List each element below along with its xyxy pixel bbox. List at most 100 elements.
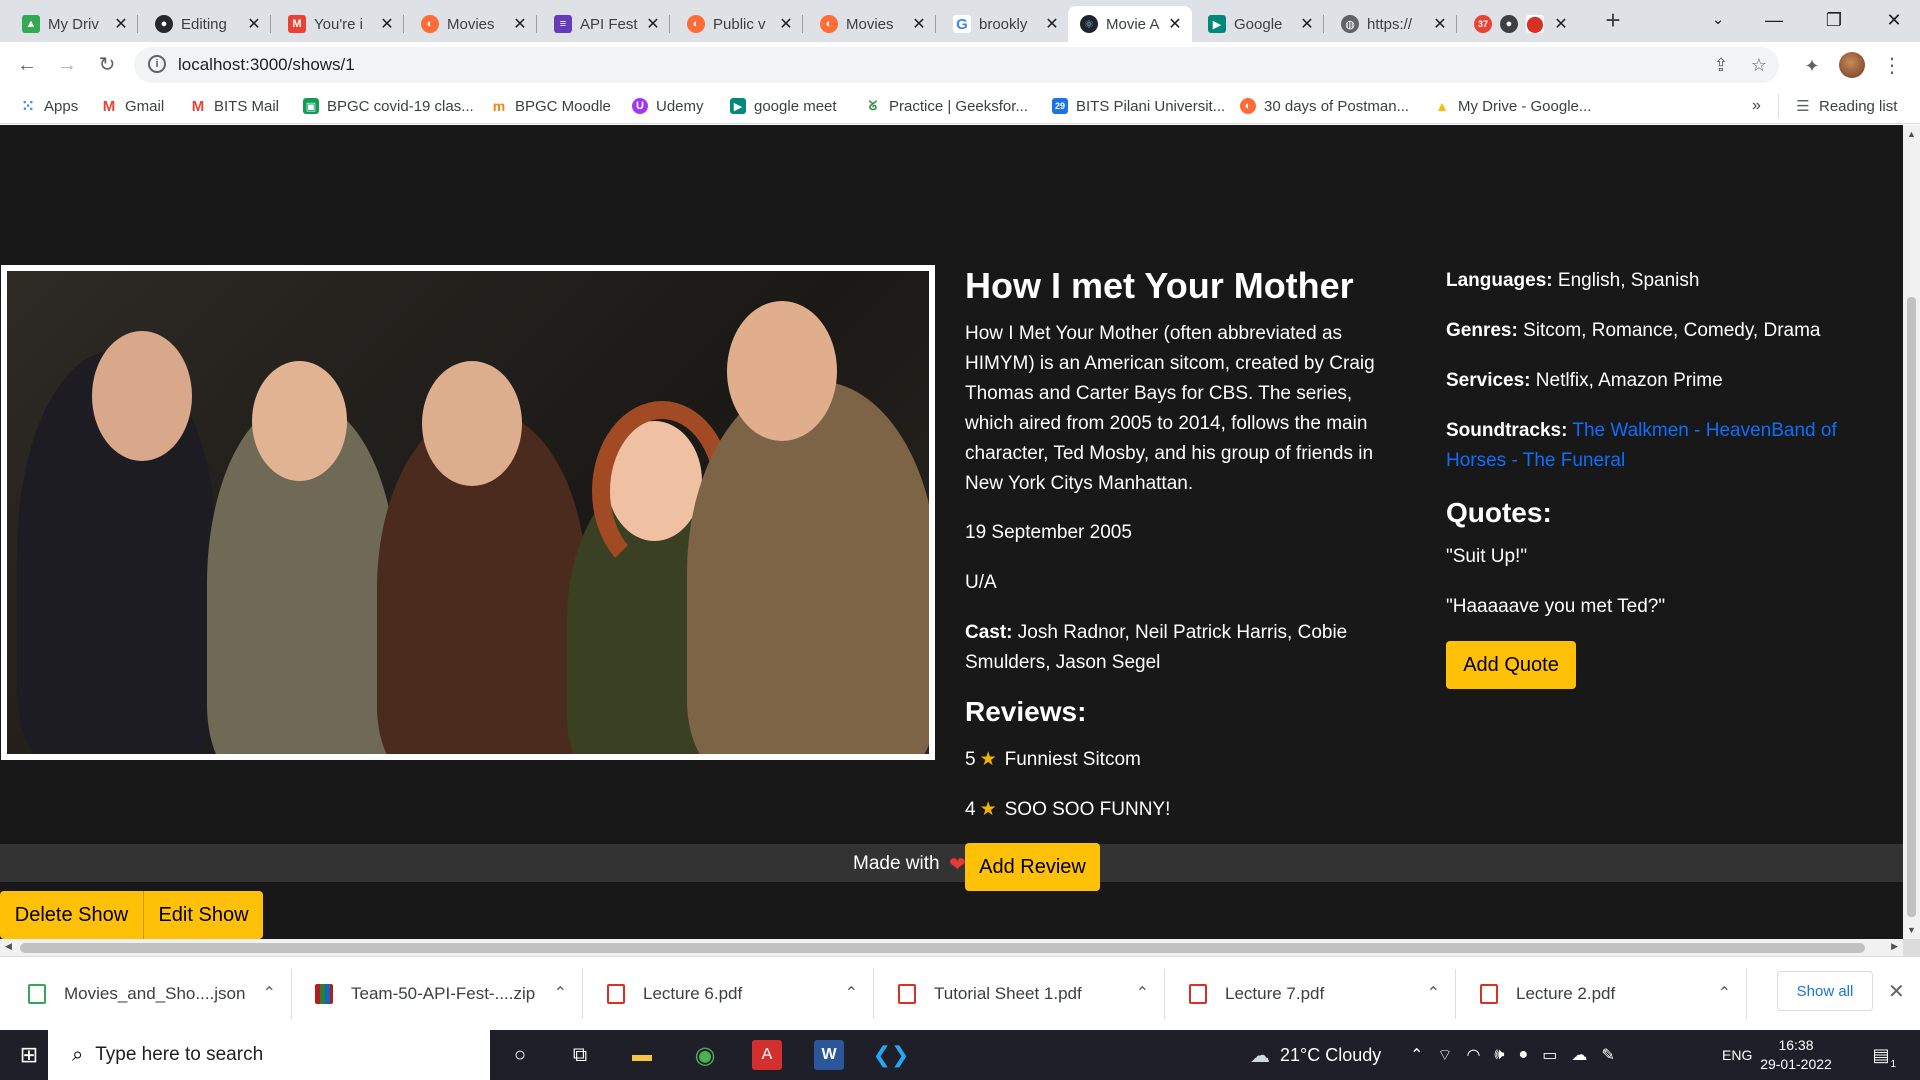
language-indicator[interactable]: ENG [1722, 1030, 1752, 1080]
download-item[interactable]: Team-50-API-Fest-....zip ⌃ [315, 957, 583, 1031]
close-window-button[interactable]: ✕ [1870, 0, 1918, 40]
site-info-icon[interactable]: i [148, 55, 166, 73]
bookmark-bpgc-moodle[interactable]: m BPGC Moodle [491, 95, 611, 117]
tab-movie-app-active[interactable]: ⚛ Movie A ✕ [1068, 6, 1192, 42]
bookmark-google-meet[interactable]: ▶ google meet [730, 95, 837, 117]
volume-icon[interactable]: 🕪 [1494, 1046, 1504, 1064]
tab-search-chevron-icon[interactable]: ⌄ [1694, 0, 1742, 40]
bookmarks-overflow-chevron-icon[interactable]: » [1752, 95, 1761, 117]
close-icon[interactable]: ✕ [1298, 14, 1316, 34]
address-bar[interactable]: i localhost:3000/shows/1 ⇪ ☆ [134, 47, 1779, 83]
tab-api-fest[interactable]: ≡ API Fest ✕ [542, 6, 670, 42]
maximize-button[interactable]: ❐ [1810, 0, 1858, 40]
tab-movies-postman-2[interactable]: ◐ Movies ✕ [808, 6, 936, 42]
chevron-up-icon[interactable]: ⌃ [1718, 983, 1731, 1003]
scroll-right-arrow-icon[interactable]: ▶ [1891, 941, 1898, 952]
task-view-icon[interactable]: ⧉ [565, 1040, 595, 1070]
windows-start-icon[interactable]: ⊞ [14, 1040, 44, 1070]
extensions-puzzle-icon[interactable]: ✦ [1800, 54, 1824, 78]
download-item[interactable]: Movies_and_Sho....json ⌃ [28, 957, 292, 1031]
url-text[interactable]: localhost:3000/shows/1 [178, 55, 355, 75]
bookmark-my-drive[interactable]: ▲ My Drive - Google... [1434, 95, 1591, 117]
bookmark-bpgc-covid[interactable]: ▣ BPGC covid-19 clas... [303, 95, 474, 117]
share-icon[interactable]: ⇪ [1709, 53, 1733, 77]
download-item[interactable]: Tutorial Sheet 1.pdf ⌃ [898, 957, 1165, 1031]
soundtrack-link[interactable]: The Walkmen - Heaven [1572, 420, 1771, 441]
bookmark-udemy[interactable]: U Udemy [632, 95, 704, 117]
close-icon[interactable]: ✕ [1552, 14, 1570, 34]
reading-list-button[interactable]: ☰ Reading list [1795, 95, 1897, 117]
tab-https[interactable]: ◍ https:// ✕ [1329, 6, 1457, 42]
scroll-up-arrow-icon[interactable]: ▲ [1907, 129, 1916, 139]
bookmark-bits-pilani[interactable]: 29 BITS Pilani Universit... [1052, 95, 1225, 117]
scroll-left-arrow-icon[interactable]: ◀ [5, 941, 12, 952]
weather-widget[interactable]: ☁ 21°C Cloudy [1250, 1030, 1381, 1080]
download-item[interactable]: Lecture 6.pdf ⌃ [607, 957, 874, 1031]
chevron-up-icon[interactable]: ⌃ [1427, 983, 1440, 1003]
new-tab-button[interactable]: + [1598, 6, 1628, 36]
minimize-button[interactable]: — [1750, 0, 1798, 40]
bookmark-bits-mail[interactable]: M BITS Mail [190, 95, 279, 117]
kebab-menu-icon[interactable]: ⋮ [1880, 54, 1904, 78]
close-icon[interactable]: ✕ [1888, 979, 1905, 1004]
network-icon[interactable]: ⌔ [1437, 1045, 1452, 1065]
tab-editing[interactable]: ● Editing ✕ [143, 6, 271, 42]
bookmark-gmail[interactable]: M Gmail [101, 95, 164, 117]
close-icon[interactable]: ✕ [378, 14, 396, 34]
close-icon[interactable]: ✕ [1431, 14, 1449, 34]
onedrive-icon[interactable]: ☁ [1571, 1045, 1587, 1065]
battery-icon[interactable]: ▭ [1542, 1045, 1557, 1065]
bookmark-30-days-postman[interactable]: ◐ 30 days of Postman... [1240, 95, 1409, 117]
chevron-up-icon[interactable]: ⌃ [1410, 1045, 1423, 1065]
tab-pinned-group[interactable]: 37 ● ⬤ ✕ [1462, 6, 1592, 42]
tab-public-workspace[interactable]: ◐ Public v ✕ [675, 6, 803, 42]
cortana-icon[interactable]: ○ [505, 1040, 535, 1070]
forward-arrow-icon[interactable]: → [52, 50, 82, 80]
horizontal-scroll-thumb[interactable] [20, 943, 1865, 953]
chevron-up-icon[interactable]: ⌃ [845, 983, 858, 1003]
bookmark-apps[interactable]: ⁙ Apps [20, 95, 79, 117]
back-arrow-icon[interactable]: ← [12, 50, 42, 80]
delete-show-button[interactable]: Delete Show [0, 891, 143, 939]
vertical-scrollbar[interactable]: ▲ ▼ [1903, 125, 1920, 939]
wifi-icon[interactable]: ◠ [1466, 1045, 1480, 1065]
profile-avatar[interactable] [1839, 52, 1865, 78]
tab-google-search[interactable]: G brookly ✕ [941, 6, 1069, 42]
close-icon[interactable]: ✕ [112, 14, 130, 34]
download-item[interactable]: Lecture 7.pdf ⌃ [1189, 957, 1456, 1031]
close-icon[interactable]: ✕ [511, 14, 529, 34]
show-all-downloads-button[interactable]: Show all [1777, 971, 1873, 1011]
tab-my-drive[interactable]: ▲ My Driv ✕ [10, 6, 138, 42]
bookmark-star-icon[interactable]: ☆ [1747, 53, 1771, 77]
bookmark-geeksforgeeks[interactable]: ᘜ Practice | Geeksfor... [865, 95, 1028, 117]
close-icon[interactable]: ✕ [245, 14, 263, 34]
chrome-icon[interactable]: ◉ [690, 1040, 720, 1070]
close-icon[interactable]: ✕ [910, 14, 928, 34]
taskbar-clock[interactable]: 16:38 29-01-2022 [1755, 1036, 1837, 1074]
close-icon[interactable]: ✕ [777, 14, 795, 34]
scroll-down-arrow-icon[interactable]: ▼ [1907, 925, 1916, 935]
chevron-up-icon[interactable]: ⌃ [554, 983, 567, 1003]
taskbar-search-box[interactable]: ⌕ Type here to search [48, 1030, 490, 1080]
vertical-scroll-thumb[interactable] [1907, 297, 1916, 917]
word-icon[interactable]: W [814, 1040, 844, 1070]
horizontal-scrollbar[interactable]: ◀ ▶ [0, 939, 1903, 956]
pen-icon[interactable]: ✎ [1601, 1045, 1614, 1065]
tab-movies-postman[interactable]: ◐ Movies ✕ [409, 6, 537, 42]
chevron-up-icon[interactable]: ⌃ [1136, 983, 1149, 1003]
vscode-icon[interactable]: ❮❯ [873, 1040, 910, 1070]
close-icon[interactable]: ✕ [1043, 14, 1061, 34]
tab-google-meet[interactable]: ▶ Google ✕ [1196, 6, 1324, 42]
close-icon[interactable]: ✕ [644, 14, 662, 34]
acrobat-icon[interactable]: A [752, 1040, 782, 1070]
notification-center-icon[interactable]: ▤ 1 [1866, 1040, 1896, 1071]
add-review-button[interactable]: Add Review [965, 843, 1100, 891]
file-explorer-icon[interactable]: ▬ [627, 1040, 657, 1070]
tab-gmail[interactable]: M You're i ✕ [276, 6, 404, 42]
system-tray-icons[interactable]: ⌃ ⌔ ◠ 🕪 ● ▭ ☁ ✎ [1410, 1030, 1615, 1080]
mic-icon[interactable]: ● [1519, 1046, 1529, 1064]
close-icon[interactable]: ✕ [1166, 14, 1184, 34]
reload-icon[interactable]: ↻ [92, 50, 122, 80]
edit-show-button[interactable]: Edit Show [143, 891, 263, 939]
chevron-up-icon[interactable]: ⌃ [263, 983, 276, 1003]
